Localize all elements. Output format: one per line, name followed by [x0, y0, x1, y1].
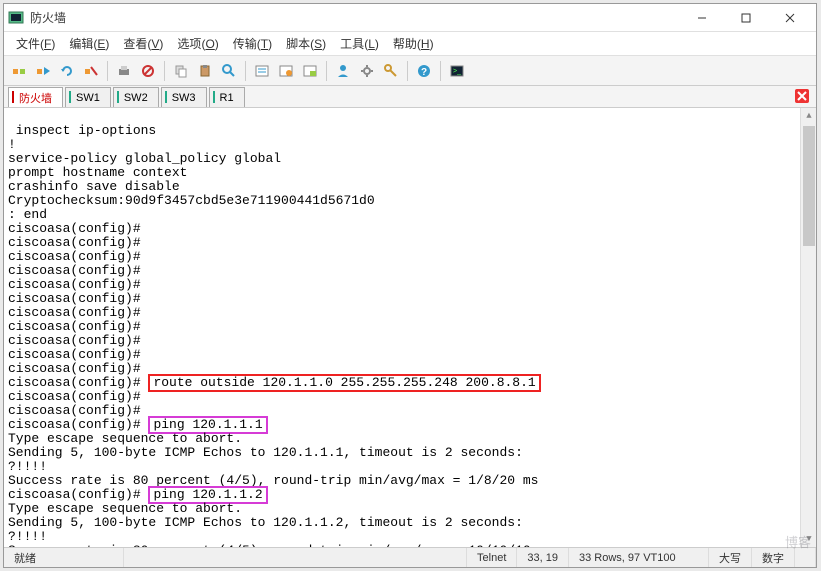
term-line: ciscoasa(config)# [8, 333, 141, 348]
term-line: ciscoasa(config)# [8, 319, 141, 334]
term-line: ?!!!! [8, 459, 47, 474]
term-line: Success rate is 80 percent (4/5), round-… [8, 543, 554, 547]
toolbar-separator [107, 61, 108, 81]
term-line: Sending 5, 100-byte ICMP Echos to 120.1.… [8, 515, 523, 530]
menubar: 文件(F) 编辑(E) 查看(V) 选项(O) 传输(T) 脚本(S) 工具(L… [4, 32, 816, 56]
menu-transfer[interactable]: 传输(T) [227, 32, 278, 55]
term-line: Success rate is 80 percent (4/5), round-… [8, 473, 539, 488]
status-caps: 大写 [709, 548, 752, 567]
paste-icon[interactable] [194, 60, 216, 82]
maximize-button[interactable] [724, 4, 768, 32]
svg-text:>_: >_ [453, 68, 461, 75]
status-cursor-pos: 33, 19 [517, 548, 569, 567]
close-tab-icon[interactable] [794, 88, 810, 104]
tab-sw2[interactable]: SW2 [113, 87, 159, 107]
term-line: ciscoasa(config)# [8, 347, 141, 362]
term-line: prompt hostname context [8, 165, 187, 180]
global-options-icon[interactable] [299, 60, 321, 82]
terminal-icon[interactable]: >_ [446, 60, 468, 82]
scrollbar[interactable]: ▲ ▼ [800, 108, 816, 547]
scrollbar-thumb[interactable] [803, 126, 815, 246]
term-line: crashinfo save disable [8, 179, 180, 194]
cancel-icon[interactable] [137, 60, 159, 82]
tab-sw3[interactable]: SW3 [161, 87, 207, 107]
session-tabs: 防火墙 SW1 SW2 SW3 R1 [4, 86, 816, 108]
tab-r1[interactable]: R1 [209, 87, 245, 107]
minimize-button[interactable] [680, 4, 724, 32]
menu-help[interactable]: 帮助(H) [387, 32, 440, 55]
term-line: ciscoasa(config)# [8, 291, 141, 306]
term-prompt: ciscoasa(config)# [8, 487, 148, 502]
term-line: ciscoasa(config)# [8, 305, 141, 320]
term-prompt: ciscoasa(config)# [8, 375, 148, 390]
term-line: Type escape sequence to abort. [8, 431, 242, 446]
reconnect-icon[interactable] [56, 60, 78, 82]
term-line: ciscoasa(config)# [8, 403, 141, 418]
toolbar-separator [245, 61, 246, 81]
app-window: 防火墙 文件(F) 编辑(E) 查看(V) 选项(O) 传输(T) 脚本(S) … [3, 3, 817, 568]
toolbar-separator [440, 61, 441, 81]
scroll-down-icon[interactable]: ▼ [801, 531, 816, 547]
term-line: ciscoasa(config)# [8, 249, 141, 264]
status-numlock: 数字 [752, 548, 795, 567]
close-button[interactable] [768, 4, 812, 32]
term-line: Type escape sequence to abort. [8, 501, 242, 516]
term-prompt: ciscoasa(config)# [8, 417, 148, 432]
menu-options[interactable]: 选项(O) [171, 32, 224, 55]
window-title: 防火墙 [30, 9, 680, 26]
menu-tools[interactable]: 工具(L) [334, 32, 385, 55]
term-line: ! [8, 137, 16, 152]
copy-icon[interactable] [170, 60, 192, 82]
term-line: Cryptochecksum:90d9f3457cbd5e3e711900441… [8, 193, 375, 208]
svg-text:?: ? [421, 67, 427, 78]
term-line: ciscoasa(config)# [8, 277, 141, 292]
highlighted-route-command: route outside 120.1.1.0 255.255.255.248 … [148, 374, 540, 392]
term-line: ciscoasa(config)# [8, 389, 141, 404]
terminal-output[interactable]: inspect ip-options ! service-policy glob… [4, 108, 816, 547]
status-size: 33 Rows, 97 VT100 [569, 548, 709, 567]
status-end [795, 548, 816, 567]
term-line: service-policy global_policy global [8, 151, 281, 166]
session-options-icon[interactable] [275, 60, 297, 82]
term-line: ?!!!! [8, 529, 47, 544]
window-controls [680, 4, 812, 32]
term-line: ciscoasa(config)# [8, 263, 141, 278]
menu-view[interactable]: 查看(V) [117, 32, 169, 55]
toolbar: ? >_ [4, 56, 816, 86]
status-protocol: Telnet [467, 548, 517, 567]
statusbar: 就绪 Telnet 33, 19 33 Rows, 97 VT100 大写 数字 [4, 547, 816, 567]
key-icon[interactable] [380, 60, 402, 82]
user-icon[interactable] [332, 60, 354, 82]
term-line: ciscoasa(config)# [8, 361, 141, 376]
toolbar-separator [164, 61, 165, 81]
find-icon[interactable] [218, 60, 240, 82]
help-icon[interactable]: ? [413, 60, 435, 82]
print-icon[interactable] [113, 60, 135, 82]
tab-sw1[interactable]: SW1 [65, 87, 111, 107]
tab-firewall[interactable]: 防火墙 [8, 87, 63, 107]
app-icon [8, 10, 24, 26]
status-ready: 就绪 [4, 548, 124, 567]
term-line: ciscoasa(config)# [8, 221, 141, 236]
scroll-up-icon[interactable]: ▲ [801, 108, 816, 124]
settings-icon[interactable] [356, 60, 378, 82]
menu-file[interactable]: 文件(F) [10, 32, 61, 55]
term-line: ciscoasa(config)# [8, 235, 141, 250]
quick-connect-icon[interactable] [32, 60, 54, 82]
term-line: Sending 5, 100-byte ICMP Echos to 120.1.… [8, 445, 523, 460]
term-line: inspect ip-options [8, 123, 156, 138]
menu-edit[interactable]: 编辑(E) [63, 32, 115, 55]
titlebar[interactable]: 防火墙 [4, 4, 816, 32]
disconnect-icon[interactable] [80, 60, 102, 82]
status-spacer [124, 548, 467, 567]
menu-script[interactable]: 脚本(S) [280, 32, 332, 55]
term-line: : end [8, 207, 47, 222]
toolbar-separator [407, 61, 408, 81]
toolbar-separator [326, 61, 327, 81]
properties-icon[interactable] [251, 60, 273, 82]
connect-icon[interactable] [8, 60, 30, 82]
